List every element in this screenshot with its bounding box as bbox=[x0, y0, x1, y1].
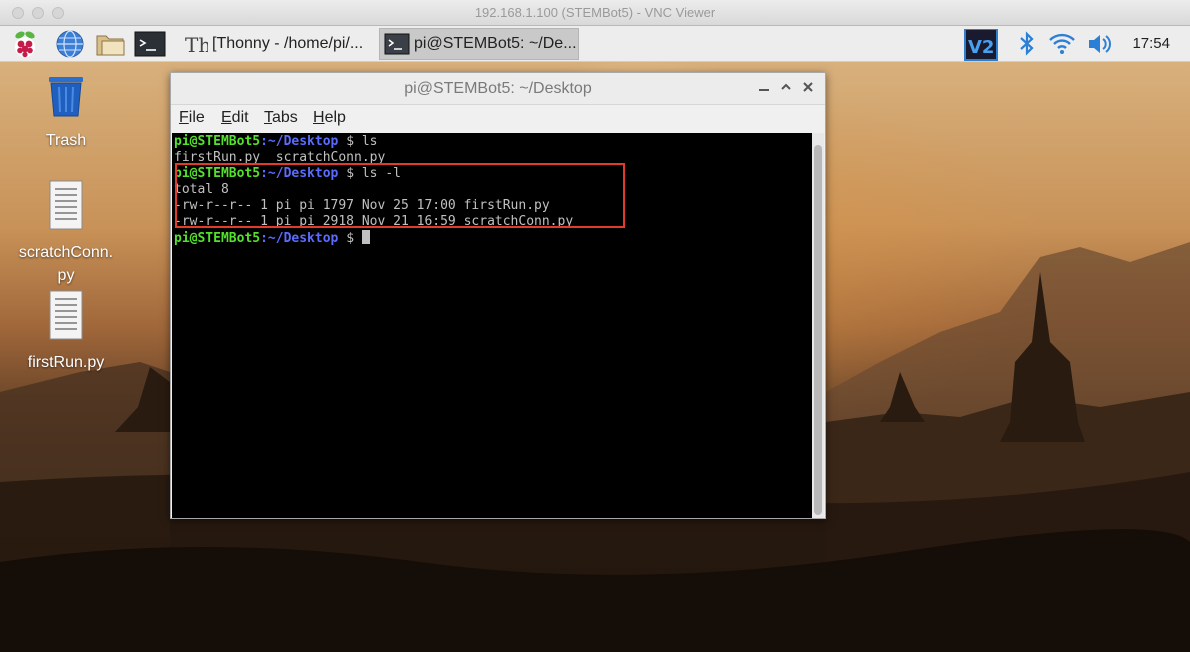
minimize-button[interactable] bbox=[755, 79, 773, 97]
taskbar-item-label: [Thonny - /home/pi/... bbox=[212, 35, 364, 52]
terminal-cursor bbox=[361, 230, 370, 244]
highlight-box bbox=[175, 163, 625, 228]
taskbar: Th [Thonny - /home/pi/... pi@STEMBot5: ~… bbox=[0, 26, 1190, 62]
desktop-item-label: firstRun.py bbox=[27, 354, 105, 371]
terminal-window[interactable]: pi@STEMBot5: ~/Desktop File Edit Tabs He… bbox=[170, 72, 826, 519]
desktop-item-firstrun[interactable]: firstRun.py bbox=[16, 290, 116, 374]
terminal-title-bar[interactable]: pi@STEMBot5: ~/Desktop bbox=[171, 73, 825, 105]
maximize-button[interactable] bbox=[777, 79, 795, 97]
volume-icon[interactable] bbox=[1085, 29, 1115, 59]
text-file-icon bbox=[16, 290, 116, 347]
desktop-item-scratchconn[interactable]: scratchConn.py bbox=[16, 180, 116, 287]
web-browser-icon[interactable] bbox=[55, 29, 85, 59]
raspberry-menu-icon[interactable] bbox=[10, 29, 40, 59]
wifi-icon[interactable] bbox=[1047, 29, 1077, 59]
menu-edit[interactable]: Edit bbox=[221, 109, 249, 127]
taskbar-item-label: pi@STEMBot5: ~/De... bbox=[414, 35, 577, 52]
terminal-output[interactable]: pi@STEMBot5:~/Desktop $ ls firstRun.py sc… bbox=[172, 133, 813, 518]
menu-file[interactable]: File bbox=[179, 109, 205, 127]
vnc-title-bar: 192.168.1.100 (STEMBot5) - VNC Viewer bbox=[0, 0, 1190, 26]
file-manager-icon[interactable] bbox=[94, 29, 125, 59]
vnc-icon[interactable]: V2 bbox=[964, 28, 998, 61]
scrollbar-thumb[interactable] bbox=[814, 145, 822, 515]
svg-text:V2: V2 bbox=[968, 37, 994, 58]
desktop-item-label: Trash bbox=[45, 132, 87, 149]
minimize-icon bbox=[759, 89, 769, 91]
menu-bar: File Edit Tabs Help bbox=[171, 105, 825, 133]
svg-text:Th: Th bbox=[185, 33, 208, 57]
text-file-icon bbox=[16, 180, 116, 237]
terminal-icon bbox=[384, 31, 410, 57]
terminal-prompt-line: pi@STEMBot5:~/Desktop $ ls bbox=[174, 134, 378, 149]
terminal-prompt-line: pi@STEMBot5:~/Desktop $ bbox=[174, 230, 573, 247]
vnc-window-title: 192.168.1.100 (STEMBot5) - VNC Viewer bbox=[474, 5, 716, 20]
taskbar-item-terminal[interactable]: pi@STEMBot5: ~/De... bbox=[379, 28, 579, 60]
chevron-up-icon bbox=[781, 83, 791, 90]
close-button[interactable] bbox=[799, 79, 817, 97]
trash-icon bbox=[16, 74, 116, 125]
terminal-title: pi@STEMBot5: ~/Desktop bbox=[404, 80, 592, 97]
clock[interactable]: 17:54 bbox=[1132, 35, 1170, 52]
close-icon bbox=[803, 82, 813, 92]
terminal-icon[interactable] bbox=[134, 29, 166, 59]
desktop-item-label: scratchConn.py bbox=[18, 244, 114, 284]
desktop-item-trash[interactable]: Trash bbox=[16, 74, 116, 152]
menu-help[interactable]: Help bbox=[313, 109, 346, 127]
menu-tabs[interactable]: Tabs bbox=[264, 109, 298, 127]
taskbar-item-thonny[interactable]: Th [Thonny - /home/pi/... bbox=[178, 28, 378, 60]
thonny-icon: Th bbox=[182, 31, 211, 57]
scrollbar[interactable] bbox=[812, 133, 824, 518]
bluetooth-icon[interactable] bbox=[1012, 29, 1042, 59]
